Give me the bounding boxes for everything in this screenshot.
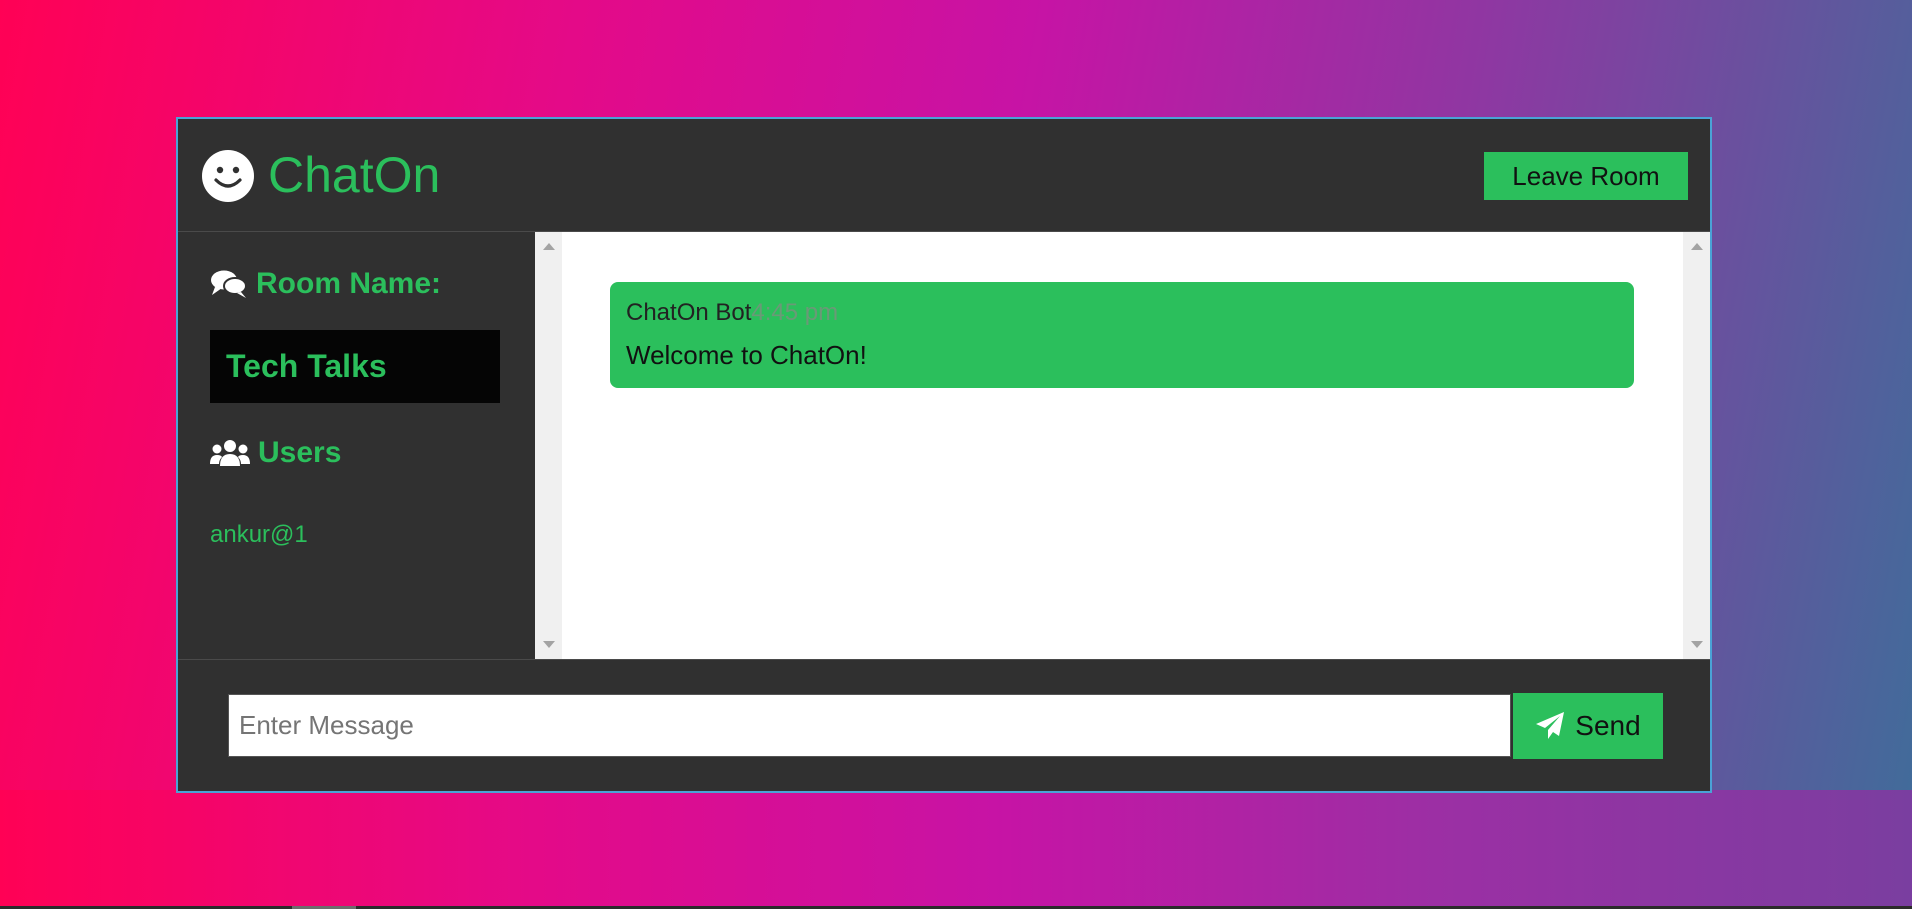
scroll-up-arrow-icon[interactable] xyxy=(1691,243,1703,250)
room-name-box: Tech Talks xyxy=(210,330,500,403)
scroll-up-arrow-icon[interactable] xyxy=(543,243,555,250)
message-area: ChatOn Bot4:45 pm Welcome to ChatOn! xyxy=(535,232,1710,659)
message-author: ChatOn Bot xyxy=(626,299,752,326)
send-button[interactable]: Send xyxy=(1513,693,1663,759)
user-list-item: ankur@1 xyxy=(210,521,308,548)
message-time: 4:45 pm xyxy=(751,299,839,326)
room-name-heading-label: Room Name: xyxy=(256,267,442,300)
users-heading: Users xyxy=(210,436,341,470)
paper-plane-icon xyxy=(1536,712,1565,739)
leave-room-button[interactable]: Leave Room xyxy=(1484,152,1688,200)
chat-header: ChatOn Leave Room xyxy=(178,119,1710,232)
send-button-label: Send xyxy=(1575,710,1641,741)
scroll-down-arrow-icon[interactable] xyxy=(1691,641,1703,648)
smiley-icon xyxy=(202,150,254,202)
chat-window: ChatOn Leave Room Room Name: Tech Talks xyxy=(176,117,1712,793)
scroll-down-arrow-icon[interactable] xyxy=(543,641,555,648)
left-scrollbar[interactable] xyxy=(535,232,562,659)
message-input[interactable] xyxy=(228,694,1511,757)
message-bubble: ChatOn Bot4:45 pm Welcome to ChatOn! xyxy=(610,282,1634,388)
composer: Send xyxy=(178,659,1710,791)
app-title: ChatOn xyxy=(268,147,441,203)
users-heading-label: Users xyxy=(258,436,342,469)
page-background-lower xyxy=(0,790,1912,906)
room-name-heading: Room Name: xyxy=(210,267,441,301)
message-text: Welcome to ChatOn! xyxy=(626,340,867,370)
comments-icon xyxy=(211,270,247,298)
users-icon xyxy=(210,440,250,466)
message-meta: ChatOn Bot4:45 pm xyxy=(626,298,1618,328)
right-scrollbar[interactable] xyxy=(1683,232,1710,659)
sidebar: Room Name: Tech Talks Users ankur@1 xyxy=(178,232,535,659)
